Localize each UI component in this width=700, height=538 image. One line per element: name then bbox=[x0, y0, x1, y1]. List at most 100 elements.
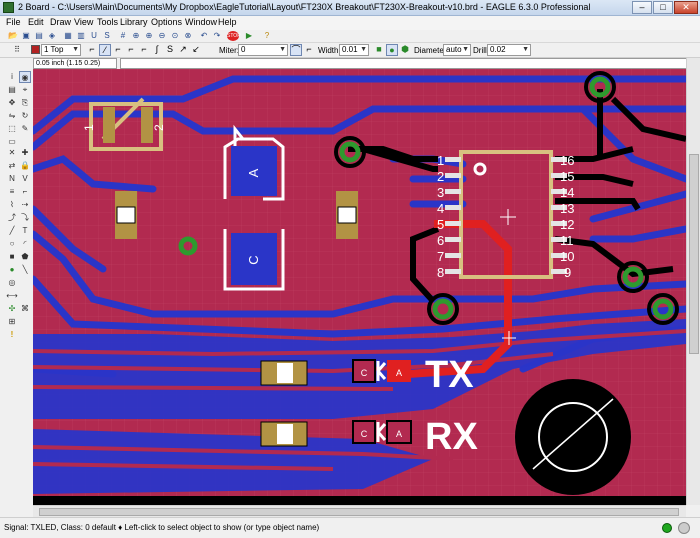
via-square-button[interactable]: ■ bbox=[373, 44, 385, 56]
delete-icon[interactable]: ✕ bbox=[6, 147, 18, 159]
bend-style-0-button[interactable]: ⌐ bbox=[86, 44, 98, 56]
split-icon[interactable]: ⌇ bbox=[6, 199, 18, 211]
via-round-button[interactable]: ● bbox=[386, 44, 398, 56]
show-icon[interactable]: ◉ bbox=[19, 71, 31, 83]
menu-window[interactable]: Window bbox=[183, 17, 219, 27]
go-icon[interactable]: ▶ bbox=[244, 31, 254, 41]
menu-draw[interactable]: Draw bbox=[48, 17, 73, 27]
drill-select[interactable]: 0.02 ▼ bbox=[487, 44, 531, 56]
width-label: Width: bbox=[318, 46, 341, 55]
close-button[interactable]: ✕ bbox=[674, 1, 698, 14]
copy-icon[interactable]: ⎘ bbox=[19, 97, 31, 109]
layer-select[interactable]: 1 Top ▼ bbox=[41, 44, 81, 56]
board-canvas[interactable]: 1 2 1 2 3 4 5 6 7 8 16 15 14 13 12 11 10… bbox=[33, 69, 686, 505]
undo-icon[interactable]: ↶ bbox=[199, 31, 209, 41]
horizontal-scrollbar[interactable] bbox=[33, 505, 686, 517]
arc-icon[interactable]: ◜ bbox=[19, 238, 31, 250]
display-icon[interactable]: ▤ bbox=[6, 84, 18, 96]
autorouter-icon[interactable]: ⌘ bbox=[19, 303, 31, 315]
rotate-icon[interactable]: ↻ bbox=[19, 110, 31, 122]
menu-library[interactable]: Library bbox=[118, 17, 150, 27]
menu-view[interactable]: View bbox=[72, 17, 95, 27]
maximize-button[interactable]: □ bbox=[653, 1, 673, 14]
help-icon[interactable]: ? bbox=[262, 31, 272, 41]
smash-icon[interactable]: ≡ bbox=[6, 186, 18, 198]
stop-icon[interactable]: STOP bbox=[227, 31, 241, 41]
ic-pin-label-9: 9 bbox=[564, 265, 571, 280]
grid-icon[interactable]: # bbox=[118, 31, 128, 41]
horizontal-scroll-thumb[interactable] bbox=[39, 508, 679, 516]
menu-options[interactable]: Options bbox=[149, 17, 184, 27]
menu-edit[interactable]: Edit bbox=[26, 17, 46, 27]
group-icon[interactable]: ⬚ bbox=[6, 123, 18, 135]
move-icon[interactable]: ✥ bbox=[6, 97, 18, 109]
board-icon[interactable]: ▦ bbox=[63, 31, 73, 41]
resistor-tx-body bbox=[277, 363, 293, 383]
vertical-scrollbar[interactable] bbox=[686, 58, 700, 505]
zoom-out-icon[interactable]: ⊖ bbox=[157, 31, 167, 41]
ratsnest-icon[interactable]: ✣ bbox=[6, 303, 18, 315]
bend-style-4-button[interactable]: ⌐ bbox=[138, 44, 150, 56]
zoom-redraw-icon[interactable]: ⊙ bbox=[170, 31, 180, 41]
status-stop-icon[interactable] bbox=[678, 522, 690, 534]
erc-icon[interactable]: ⊞ bbox=[6, 316, 18, 328]
errors-icon[interactable]: ! bbox=[6, 329, 18, 341]
status-ready-icon bbox=[662, 523, 672, 533]
menu-file[interactable]: File bbox=[4, 17, 23, 27]
add-icon[interactable]: ✚ bbox=[19, 147, 31, 159]
wire-icon[interactable]: ╱ bbox=[6, 225, 18, 237]
diameter-select[interactable]: auto ▼ bbox=[443, 44, 471, 56]
info-icon[interactable]: i bbox=[6, 71, 18, 83]
schematic-icon[interactable]: ▥ bbox=[76, 31, 86, 41]
via-icon[interactable]: ● bbox=[6, 264, 18, 276]
ulp-icon[interactable]: U bbox=[89, 31, 99, 41]
redo-icon[interactable]: ↷ bbox=[212, 31, 222, 41]
menu-tools[interactable]: Tools bbox=[95, 17, 120, 27]
bend-style-3-button[interactable]: ⌐ bbox=[125, 44, 137, 56]
bend-style-1-button[interactable]: ⁄ bbox=[99, 44, 111, 56]
signal-icon[interactable]: ╲ bbox=[19, 264, 31, 276]
miter-round-button[interactable]: ⌒ bbox=[290, 44, 302, 56]
mark-icon[interactable]: ⌖ bbox=[19, 84, 31, 96]
name-icon[interactable]: N bbox=[6, 173, 18, 185]
miter-straight-button[interactable]: ⌐ bbox=[303, 44, 315, 56]
hole-icon[interactable]: ◎ bbox=[6, 277, 18, 289]
zoom-fit-icon[interactable]: ⊕ bbox=[131, 31, 141, 41]
bend-style-8-button[interactable]: ↙ bbox=[190, 44, 202, 56]
polygon-icon[interactable]: ⬟ bbox=[19, 251, 31, 263]
text-icon[interactable]: T bbox=[19, 225, 31, 237]
ripup-icon[interactable]: ⤵ bbox=[19, 212, 31, 224]
change-icon[interactable]: ✎ bbox=[19, 123, 31, 135]
bend-style-7-button[interactable]: ↗ bbox=[177, 44, 189, 56]
grid-dots-icon[interactable]: ⠿ bbox=[12, 45, 22, 55]
menu-help[interactable]: Help bbox=[216, 17, 239, 27]
lock-icon[interactable]: 🔒 bbox=[19, 160, 31, 172]
bend-style-6-button[interactable]: S bbox=[164, 44, 176, 56]
value-icon[interactable]: V bbox=[19, 173, 31, 185]
save-icon[interactable]: ▣ bbox=[21, 31, 31, 41]
width-select[interactable]: 0.01 ▼ bbox=[339, 44, 369, 56]
zoom-select-icon[interactable]: ⊗ bbox=[183, 31, 193, 41]
route-icon[interactable]: ⤴ bbox=[6, 212, 18, 224]
via-octagon-button[interactable]: ⬢ bbox=[399, 44, 411, 56]
open-icon[interactable]: 📂 bbox=[8, 31, 18, 41]
miter-icon[interactable]: ⌐ bbox=[19, 186, 31, 198]
replace-icon[interactable]: ⇄ bbox=[6, 160, 18, 172]
rect-icon[interactable]: ■ bbox=[6, 251, 18, 263]
bend-style-2-button[interactable]: ⌐ bbox=[112, 44, 124, 56]
miter-select[interactable]: 0 ▼ bbox=[238, 44, 288, 56]
print-icon[interactable]: ▤ bbox=[34, 31, 44, 41]
optimize-icon[interactable]: ⇢ bbox=[19, 199, 31, 211]
ic-pin-label-2: 2 bbox=[437, 169, 444, 184]
bend-style-5-button[interactable]: ∫ bbox=[151, 44, 163, 56]
zoom-in-icon[interactable]: ⊕ bbox=[144, 31, 154, 41]
command-input[interactable] bbox=[120, 58, 698, 69]
minimize-button[interactable]: – bbox=[632, 1, 652, 14]
dimension-icon[interactable]: ⟷ bbox=[6, 290, 18, 302]
vertical-scroll-thumb[interactable] bbox=[689, 154, 699, 354]
circle-icon[interactable]: ○ bbox=[6, 238, 18, 250]
cam-icon[interactable]: ◈ bbox=[47, 31, 57, 41]
tool-palette: i ◉ ▤ ⌖ ✥ ⎘ ⇋ ↻ ⬚ ✎ ▭ ✕ ✚ ⇄ 🔒 N V ≡ ⌐ ⌇ … bbox=[0, 58, 33, 516]
mirror-icon[interactable]: ⇋ bbox=[6, 110, 18, 122]
script-icon[interactable]: S bbox=[102, 31, 112, 41]
